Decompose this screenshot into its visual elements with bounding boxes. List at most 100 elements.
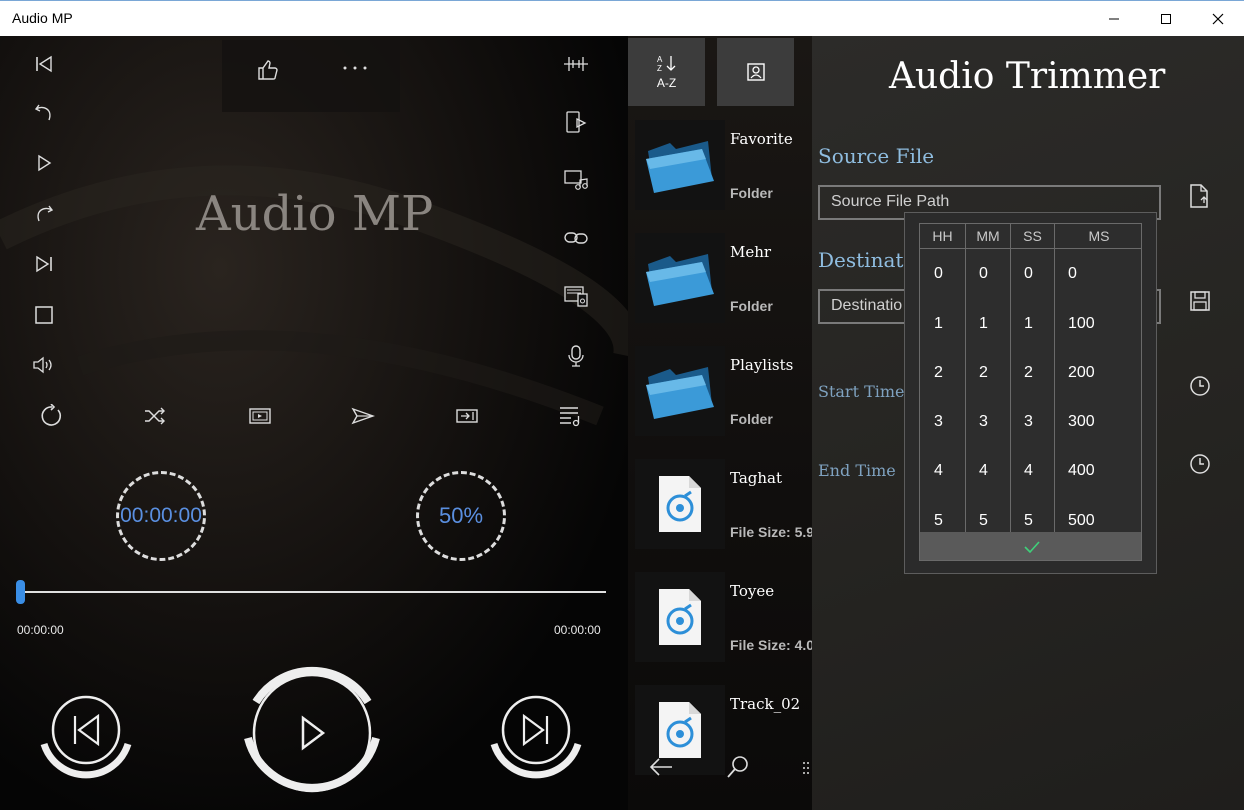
- repeat-icon[interactable]: [38, 402, 66, 430]
- minutes-column[interactable]: MM 0 1 2 3 4 5: [966, 224, 1011, 532]
- sort-button[interactable]: A Z A-Z: [628, 38, 705, 106]
- folder-icon: [646, 367, 714, 419]
- hours-option[interactable]: 2: [934, 364, 943, 382]
- undo-icon[interactable]: [30, 98, 58, 126]
- cast-icon[interactable]: [453, 402, 481, 430]
- skip-previous-icon[interactable]: [30, 50, 58, 78]
- seconds-option[interactable]: 2: [1024, 364, 1033, 382]
- seconds-option[interactable]: 5: [1024, 512, 1033, 530]
- end-time-label: End Time: [818, 461, 896, 480]
- hours-option[interactable]: 3: [934, 413, 943, 431]
- shuffle-icon[interactable]: [141, 402, 169, 430]
- redo-icon[interactable]: [30, 199, 58, 227]
- playlist-icon[interactable]: [556, 402, 584, 430]
- media-device-icon[interactable]: [562, 282, 590, 310]
- minutes-option[interactable]: 2: [979, 364, 988, 382]
- item-subtitle: Folder: [730, 411, 773, 427]
- drag-handle-icon[interactable]: [800, 758, 812, 778]
- stop-icon[interactable]: [30, 301, 58, 329]
- seek-thumb[interactable]: [16, 580, 25, 604]
- sort-label: A-Z: [656, 76, 677, 90]
- hours-column[interactable]: HH 0 1 2 3 4 5: [920, 224, 966, 532]
- item-thumbnail: [635, 233, 725, 323]
- item-name: Mehr: [730, 243, 772, 261]
- music-library-icon[interactable]: [562, 166, 590, 194]
- confirm-time-button[interactable]: [920, 532, 1141, 560]
- item-subtitle: File Size: 5.9: [730, 524, 812, 540]
- library-item[interactable]: Mehr Folder: [635, 233, 812, 325]
- thumbs-up-icon[interactable]: [254, 56, 282, 84]
- milliseconds-option[interactable]: 300: [1068, 413, 1095, 431]
- previous-track-button[interactable]: [38, 692, 134, 788]
- play-button[interactable]: [241, 662, 383, 804]
- item-thumbnail: [635, 572, 725, 662]
- seconds-option[interactable]: 1: [1024, 315, 1033, 333]
- seconds-column[interactable]: SS 0 1 2 3 4 5: [1011, 224, 1055, 532]
- more-options-icon[interactable]: [340, 58, 370, 78]
- hours-option[interactable]: 5: [934, 512, 943, 530]
- next-track-button[interactable]: [488, 692, 584, 788]
- microphone-icon[interactable]: [562, 342, 590, 370]
- link-icon[interactable]: [562, 224, 590, 252]
- seconds-option[interactable]: 4: [1024, 462, 1033, 480]
- minutes-option[interactable]: 3: [979, 413, 988, 431]
- milliseconds-option[interactable]: 400: [1068, 462, 1095, 480]
- minutes-header: MM: [966, 224, 1010, 249]
- library-item[interactable]: Favorite Folder: [635, 120, 812, 212]
- hours-option[interactable]: 4: [934, 462, 943, 480]
- back-arrow-icon[interactable]: [646, 752, 676, 782]
- player-panel: Audio MP 00:00:00 50% 00:00:00 00:00:00: [0, 36, 628, 810]
- skip-next-icon[interactable]: [30, 250, 58, 278]
- maximize-button[interactable]: [1140, 1, 1192, 36]
- equalizer-icon[interactable]: [562, 50, 590, 78]
- seek-bar[interactable]: [18, 591, 606, 593]
- item-thumbnail: [635, 120, 725, 210]
- item-subtitle: File Size: 4.0: [730, 637, 812, 653]
- minutes-option[interactable]: 0: [979, 265, 988, 283]
- seconds-option[interactable]: 0: [1024, 265, 1033, 283]
- item-thumbnail: [635, 459, 725, 549]
- volume-circle[interactable]: 50%: [416, 471, 506, 561]
- open-file-icon[interactable]: [1184, 181, 1214, 211]
- save-icon[interactable]: [1185, 286, 1215, 316]
- volume-percent-text: 50%: [438, 503, 484, 528]
- hours-option[interactable]: 0: [934, 265, 943, 283]
- minimize-button[interactable]: [1088, 1, 1140, 36]
- milliseconds-option[interactable]: 100: [1068, 315, 1095, 333]
- milliseconds-column[interactable]: MS 0 100 200 300 400 500: [1055, 224, 1141, 532]
- library-panel: A Z A-Z Favorite Folder Mehr Folder Playlist…: [628, 36, 812, 810]
- item-name: Favorite: [730, 130, 793, 148]
- item-thumbnail: [635, 346, 725, 436]
- volume-icon[interactable]: [30, 351, 58, 379]
- library-item[interactable]: Taghat File Size: 5.9: [635, 459, 812, 551]
- elapsed-time-circle: 00:00:00: [116, 471, 206, 561]
- window-title: Audio MP: [12, 10, 73, 26]
- audio-file-icon: [659, 589, 701, 645]
- library-item[interactable]: Toyee File Size: 4.0: [635, 572, 812, 664]
- milliseconds-option[interactable]: 0: [1068, 265, 1077, 283]
- minutes-option[interactable]: 5: [979, 512, 988, 530]
- milliseconds-option[interactable]: 500: [1068, 512, 1095, 530]
- elapsed-time-text: 00:00:00: [120, 504, 202, 527]
- minutes-option[interactable]: 4: [979, 462, 988, 480]
- start-clock-icon[interactable]: [1185, 371, 1215, 401]
- seconds-option[interactable]: 3: [1024, 413, 1033, 431]
- item-name: Track_02: [730, 695, 801, 713]
- close-button[interactable]: [1192, 1, 1244, 36]
- device-play-icon[interactable]: [562, 108, 590, 136]
- milliseconds-option[interactable]: 200: [1068, 364, 1095, 382]
- hours-header: HH: [920, 224, 965, 249]
- send-icon[interactable]: [349, 402, 377, 430]
- portrait-view-icon: [746, 63, 765, 81]
- video-icon[interactable]: [246, 402, 274, 430]
- time-end: 00:00:00: [554, 623, 601, 637]
- end-clock-icon[interactable]: [1185, 449, 1215, 479]
- search-icon[interactable]: [723, 752, 753, 782]
- view-mode-button[interactable]: [717, 38, 794, 106]
- library-item[interactable]: Playlists Folder: [635, 346, 812, 438]
- minutes-option[interactable]: 1: [979, 315, 988, 333]
- folder-icon: [646, 141, 714, 193]
- hours-option[interactable]: 1: [934, 315, 943, 333]
- play-small-icon[interactable]: [30, 149, 58, 177]
- item-subtitle: Folder: [730, 185, 773, 201]
